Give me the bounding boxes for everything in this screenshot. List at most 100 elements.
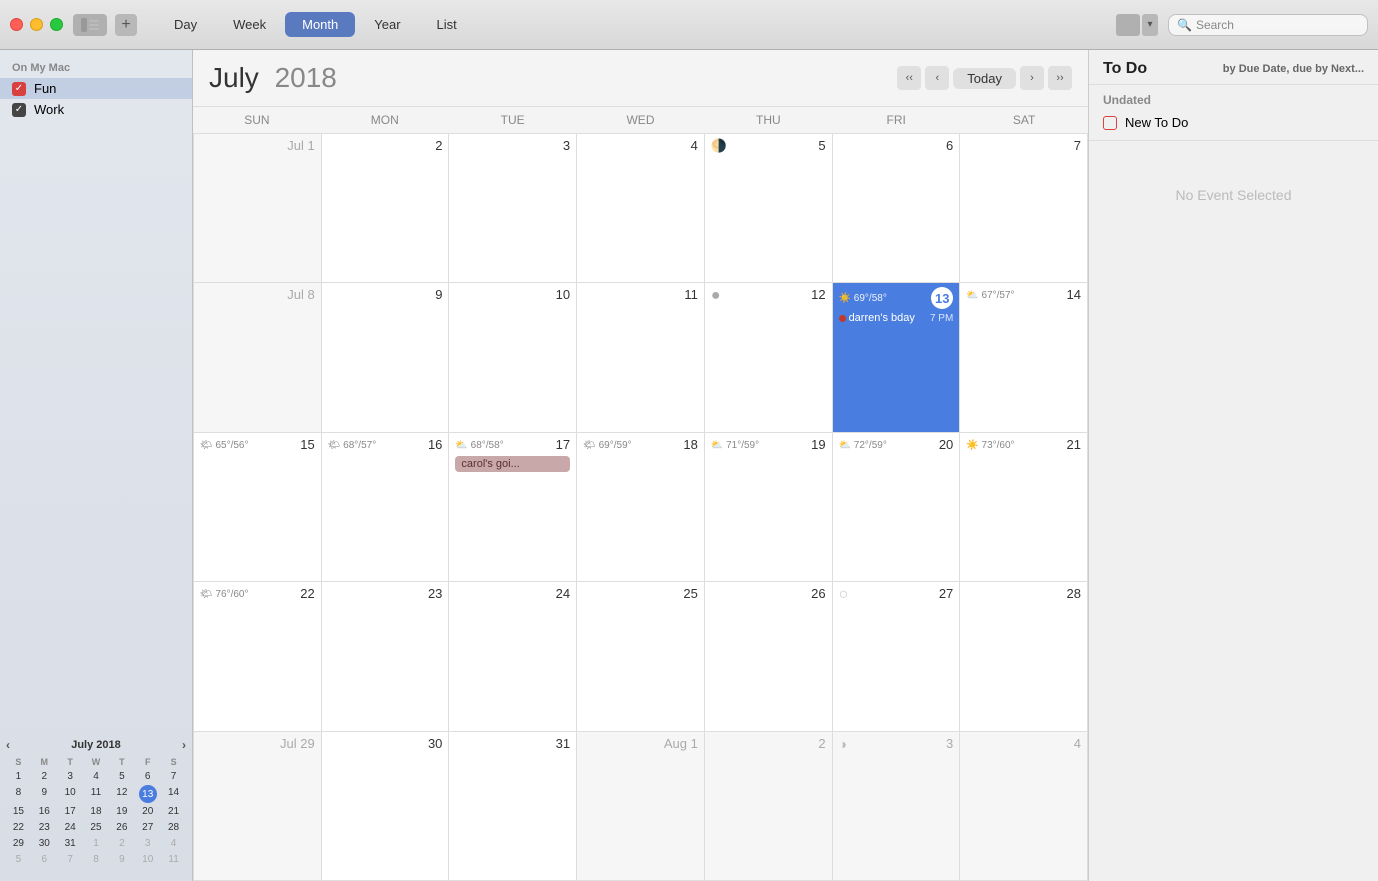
cell-11[interactable]: 11	[577, 283, 705, 432]
cell-5[interactable]: 🌗 5	[705, 134, 833, 283]
mini-day-3[interactable]: 3	[58, 769, 83, 784]
mini-day-aug10[interactable]: 10	[135, 852, 160, 867]
cell-26[interactable]: 26	[705, 582, 833, 731]
mini-day-31[interactable]: 31	[58, 836, 83, 851]
mini-day-aug6[interactable]: 6	[32, 852, 57, 867]
cell-12[interactable]: ● 12	[705, 283, 833, 432]
mini-day-22[interactable]: 22	[6, 820, 31, 835]
cell-3[interactable]: 3	[449, 134, 577, 283]
cal-next-button[interactable]: ›	[1020, 66, 1044, 90]
cell-16[interactable]: 🌤 68°/57° 16	[322, 433, 450, 582]
mini-day-5[interactable]: 5	[109, 769, 134, 784]
mini-day-18[interactable]: 18	[84, 804, 109, 819]
cell-23[interactable]: 23	[322, 582, 450, 731]
cal-prev-button[interactable]: ‹	[925, 66, 949, 90]
mini-day-aug9[interactable]: 9	[109, 852, 134, 867]
mini-cal-next[interactable]: ›	[182, 738, 186, 752]
sidebar-item-fun[interactable]: ✓ Fun	[0, 78, 192, 99]
cell-aug1[interactable]: Aug 1	[577, 732, 705, 881]
cell-10[interactable]: 10	[449, 283, 577, 432]
mini-day-8[interactable]: 8	[6, 785, 31, 803]
cell-aug3[interactable]: ◑ 3	[833, 732, 961, 881]
cell-30[interactable]: 30	[322, 732, 450, 881]
mini-day-aug11[interactable]: 11	[161, 852, 186, 867]
cell-14[interactable]: ⛅ 67°/57° 14	[960, 283, 1088, 432]
tab-week[interactable]: Week	[216, 12, 283, 37]
mini-day-aug5[interactable]: 5	[6, 852, 31, 867]
mini-day-13[interactable]: 13	[139, 785, 157, 803]
cell-7[interactable]: 7	[960, 134, 1088, 283]
rp-sort-label[interactable]: by Due Date, due by Next...	[1223, 63, 1364, 75]
cell-22[interactable]: 🌤 76°/60° 22	[194, 582, 322, 731]
mini-day-10[interactable]: 10	[58, 785, 83, 803]
cell-20[interactable]: ⛅ 72°/59° 20	[833, 433, 961, 582]
view-arrow-button[interactable]: ▾	[1142, 14, 1158, 36]
search-box[interactable]: 🔍 Search	[1168, 14, 1368, 36]
cell-jul8[interactable]: Jul 8	[194, 283, 322, 432]
mini-day-14[interactable]: 14	[161, 785, 186, 803]
mini-day-24[interactable]: 24	[58, 820, 83, 835]
mini-day-aug2[interactable]: 2	[109, 836, 134, 851]
mini-day-25[interactable]: 25	[84, 820, 109, 835]
mini-day-19[interactable]: 19	[109, 804, 134, 819]
mini-day-2[interactable]: 2	[32, 769, 57, 784]
todo-checkbox-new[interactable]	[1103, 116, 1117, 130]
cell-jul29[interactable]: Jul 29	[194, 732, 322, 881]
mini-day-7[interactable]: 7	[161, 769, 186, 784]
cell-25[interactable]: 25	[577, 582, 705, 731]
mini-day-aug8[interactable]: 8	[84, 852, 109, 867]
mini-day-20[interactable]: 20	[135, 804, 160, 819]
todo-item-new[interactable]: New To Do	[1089, 111, 1378, 134]
mini-day-30[interactable]: 30	[32, 836, 57, 851]
mini-day-aug1[interactable]: 1	[84, 836, 109, 851]
tab-month[interactable]: Month	[285, 12, 355, 37]
mini-day-21[interactable]: 21	[161, 804, 186, 819]
mini-day-aug7[interactable]: 7	[58, 852, 83, 867]
cell-15[interactable]: 🌤 65°/56° 15	[194, 433, 322, 582]
cell-aug4[interactable]: 4	[960, 732, 1088, 881]
work-checkbox[interactable]: ✓	[12, 103, 26, 117]
fun-checkbox[interactable]: ✓	[12, 82, 26, 96]
cell-4[interactable]: 4	[577, 134, 705, 283]
mini-day-aug4[interactable]: 4	[161, 836, 186, 851]
sidebar-toggle-icon[interactable]	[73, 14, 107, 36]
mini-day-12[interactable]: 12	[109, 785, 134, 803]
cell-27[interactable]: ○ 27	[833, 582, 961, 731]
grid-view-button[interactable]	[1116, 14, 1140, 36]
cell-31[interactable]: 31	[449, 732, 577, 881]
mini-day-15[interactable]: 15	[6, 804, 31, 819]
mini-day-16[interactable]: 16	[32, 804, 57, 819]
event-carols[interactable]: carol's goi...	[455, 456, 570, 472]
cell-19[interactable]: ⛅ 71°/59° 19	[705, 433, 833, 582]
mini-day-4[interactable]: 4	[84, 769, 109, 784]
mini-day-29[interactable]: 29	[6, 836, 31, 851]
cell-9[interactable]: 9	[322, 283, 450, 432]
cell-24[interactable]: 24	[449, 582, 577, 731]
mini-day-26[interactable]: 26	[109, 820, 134, 835]
mini-day-6[interactable]: 6	[135, 769, 160, 784]
cell-jul1[interactable]: Jul 1	[194, 134, 322, 283]
tab-day[interactable]: Day	[157, 12, 214, 37]
mini-day-1[interactable]: 1	[6, 769, 31, 784]
cell-28[interactable]: 28	[960, 582, 1088, 731]
today-button[interactable]: Today	[953, 68, 1016, 89]
cell-13-today[interactable]: ☀️ 69°/58° 13 darren's bday 7 PM	[833, 283, 961, 432]
mini-cal-prev[interactable]: ‹	[6, 738, 10, 752]
cell-17[interactable]: ⛅ 68°/58° 17 carol's goi...	[449, 433, 577, 582]
event-darrens-bday[interactable]: darren's bday 7 PM	[839, 312, 954, 324]
cell-aug2[interactable]: 2	[705, 732, 833, 881]
close-button[interactable]	[10, 18, 23, 31]
mini-day-aug3[interactable]: 3	[135, 836, 160, 851]
minimize-button[interactable]	[30, 18, 43, 31]
maximize-button[interactable]	[50, 18, 63, 31]
mini-day-23[interactable]: 23	[32, 820, 57, 835]
tab-year[interactable]: Year	[357, 12, 417, 37]
add-button[interactable]: +	[115, 14, 137, 36]
cal-next-next-button[interactable]: ››	[1048, 66, 1072, 90]
mini-day-27[interactable]: 27	[135, 820, 160, 835]
cell-18[interactable]: 🌤 69°/59° 18	[577, 433, 705, 582]
mini-day-11[interactable]: 11	[84, 785, 109, 803]
cell-2[interactable]: 2	[322, 134, 450, 283]
mini-day-9[interactable]: 9	[32, 785, 57, 803]
cell-21[interactable]: ☀️ 73°/60° 21	[960, 433, 1088, 582]
